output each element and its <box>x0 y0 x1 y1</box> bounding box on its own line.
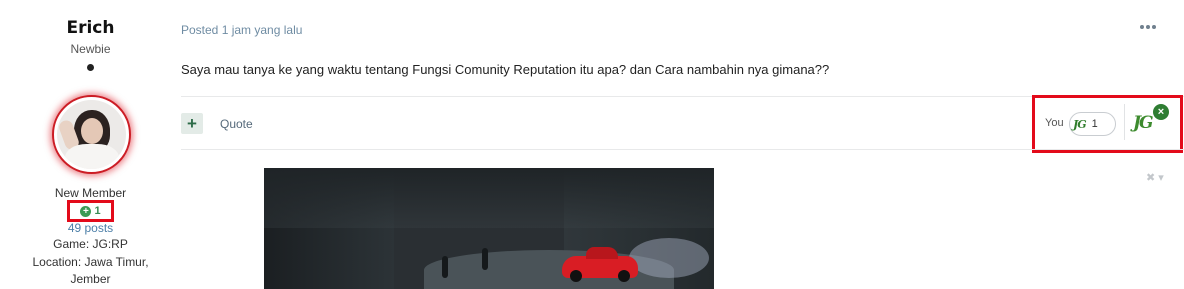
avatar[interactable] <box>52 95 131 174</box>
more-options-icon[interactable] <box>1140 21 1156 33</box>
reputation-badge: + 1 <box>67 200 114 222</box>
author-panel: Erich Newbie New Member + 1 49 posts Gam… <box>0 0 181 289</box>
author-location-line1: Location: Jawa Timur, <box>32 255 149 269</box>
post-content: Saya mau tanya ke yang waktu tentang Fun… <box>181 62 830 77</box>
author-location-line2: Jember <box>70 272 111 286</box>
post-timestamp[interactable]: Posted 1 jam yang lalu <box>181 23 302 37</box>
avatar-photo <box>57 100 126 169</box>
online-status-dot <box>87 64 94 71</box>
signature-image <box>264 168 714 289</box>
jg-react-button[interactable]: JG <box>1133 113 1154 133</box>
reaction-count: 1 <box>1091 118 1098 130</box>
jg-reaction-icon: JG <box>1073 117 1087 131</box>
divider <box>1124 104 1125 140</box>
author-name[interactable]: Erich <box>0 18 181 38</box>
post-count[interactable]: 49 posts <box>0 221 181 235</box>
author-location: Location: Jawa Timur, Jember <box>0 254 181 288</box>
reputation-count: 1 <box>94 205 101 217</box>
author-game: Game: JG:RP <box>53 237 128 251</box>
close-icon[interactable]: ✖ ▾ <box>1146 171 1164 184</box>
remove-reaction-button[interactable]: × <box>1153 104 1169 120</box>
member-group: New Member <box>54 186 127 200</box>
plus-circle-icon: + <box>80 205 92 217</box>
quote-button[interactable]: Quote <box>220 117 253 131</box>
reaction-users[interactable]: You <box>1045 117 1064 129</box>
reaction-summary[interactable]: JG 1 <box>1069 112 1116 136</box>
divider <box>181 149 1184 150</box>
author-rank: Newbie <box>70 42 111 56</box>
multiquote-button[interactable]: + <box>181 113 203 134</box>
